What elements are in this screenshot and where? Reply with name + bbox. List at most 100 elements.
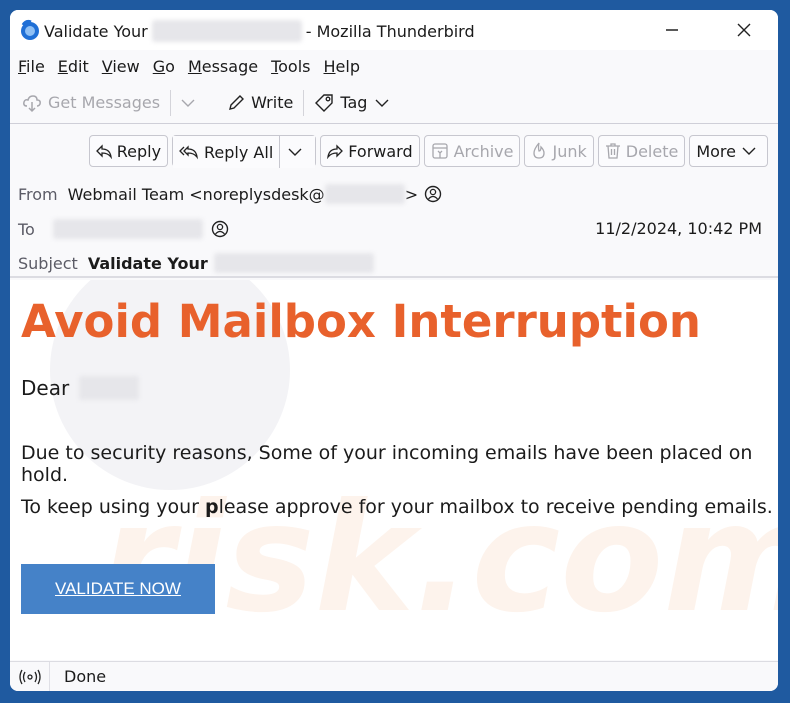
- junk-label: Junk: [552, 141, 587, 161]
- subject-value: Validate Your: [87, 253, 208, 273]
- cloud-download-icon: [23, 94, 41, 112]
- menu-message-accel: M: [187, 56, 202, 76]
- maximize-button-icon-wrap[interactable]: [658, 16, 702, 44]
- paragraph-approve: To keep using your please approve for yo…: [21, 496, 773, 518]
- reply-button[interactable]: Reply: [88, 135, 169, 167]
- message-header: Reply Reply All Forward Archive Junk Del…: [10, 125, 778, 278]
- validate-now-button[interactable]: VALIDATE NOW: [21, 564, 215, 614]
- menu-message[interactable]: Message: [188, 57, 258, 76]
- reply-all-split: Reply All: [172, 135, 317, 168]
- menu-go-rest: o: [165, 56, 175, 76]
- thunderbird-window: Validate Your - Mozilla Thunderbird File…: [10, 10, 778, 691]
- menu-edit[interactable]: Edit: [58, 57, 89, 76]
- redacted-subject: [213, 253, 374, 273]
- paragraph-approve-part1: To keep using your: [21, 496, 205, 518]
- validate-now-label[interactable]: VALIDATE NOW: [55, 579, 181, 599]
- tag-label: Tag: [340, 93, 368, 112]
- archive-button[interactable]: Archive: [423, 135, 521, 167]
- reply-all-icon: [179, 145, 198, 160]
- message-headline: Avoid Mailbox Interruption: [21, 295, 701, 348]
- menu-help[interactable]: Help: [324, 57, 360, 76]
- get-messages-dropdown[interactable]: [175, 88, 207, 118]
- forward-button[interactable]: Forward: [320, 135, 420, 167]
- from-row: From Webmail Team <noreplysdesk@ >: [18, 184, 442, 204]
- close-button[interactable]: [722, 16, 766, 44]
- menu-go[interactable]: Go: [153, 57, 175, 76]
- toolbar-separator: [170, 89, 172, 116]
- junk-button[interactable]: Junk: [524, 135, 594, 167]
- reply-all-button[interactable]: Reply All: [173, 136, 280, 168]
- title-bar: Validate Your - Mozilla Thunderbird: [10, 10, 778, 50]
- close-icon: [737, 23, 751, 37]
- reply-all-label: Reply All: [204, 142, 274, 162]
- menu-file[interactable]: File: [18, 57, 45, 76]
- greeting: Dear: [21, 376, 140, 400]
- archive-icon: [431, 143, 448, 159]
- to-row: To: [18, 219, 229, 239]
- menu-go-accel: G: [152, 56, 166, 76]
- menu-help-rest: elp: [335, 56, 360, 76]
- redacted-recipient: [52, 219, 203, 239]
- window-title-suffix: - Mozilla Thunderbird: [305, 21, 475, 41]
- menu-edit-accel: E: [57, 56, 68, 76]
- toolbar-separator: [303, 89, 305, 116]
- menu-tools-rest: ools: [278, 56, 311, 76]
- to-label: To: [18, 219, 35, 239]
- paragraph-approve-bold-p: p: [204, 496, 219, 518]
- redacted-name: [79, 376, 140, 400]
- from-label: From: [18, 184, 58, 204]
- more-label: More: [696, 141, 736, 161]
- get-messages-label: Get Messages: [48, 93, 161, 112]
- status-text: Done: [64, 667, 107, 686]
- menu-view-accel: V: [101, 56, 113, 76]
- write-button[interactable]: Write: [221, 88, 299, 118]
- junk-flame-icon: [533, 142, 546, 159]
- paragraph-approve-part2: lease approve for your mailbox to receiv…: [218, 496, 773, 518]
- contact-icon[interactable]: [211, 220, 229, 238]
- write-label: Write: [251, 93, 294, 112]
- main-toolbar: Get Messages Write Tag: [10, 82, 778, 124]
- archive-label: Archive: [453, 141, 514, 161]
- reply-label: Reply: [116, 141, 162, 161]
- tag-icon: [315, 93, 334, 112]
- menu-message-rest: essage: [201, 56, 259, 76]
- from-value[interactable]: Webmail Team <noreplysdesk@: [68, 185, 325, 204]
- online-status-icon: [18, 669, 41, 684]
- chevron-down-icon: [181, 99, 195, 107]
- contact-icon[interactable]: [424, 185, 442, 203]
- window-title-prefix: Validate Your: [44, 21, 148, 41]
- message-actions: Reply Reply All Forward Archive Junk Del…: [85, 135, 768, 168]
- activity-icon-wrap[interactable]: [10, 662, 50, 691]
- subject-row: Subject Validate Your: [18, 253, 374, 273]
- chevron-down-icon: [742, 147, 756, 155]
- tag-button[interactable]: Tag: [308, 88, 401, 118]
- menu-edit-rest: dit: [67, 56, 89, 76]
- redacted-sender-domain: [324, 184, 405, 204]
- menu-tools[interactable]: Tools: [271, 57, 310, 76]
- menu-help-accel: H: [323, 56, 336, 76]
- more-button[interactable]: More: [689, 135, 768, 167]
- message-body: risk.com Avoid Mailbox Interruption Dear…: [10, 280, 778, 660]
- from-close-bracket: >: [404, 184, 419, 204]
- forward-label: Forward: [348, 141, 413, 161]
- menu-bar: File Edit View Go Message Tools Help: [10, 50, 778, 82]
- menu-file-accel: F: [18, 56, 27, 76]
- greeting-text: Dear: [21, 376, 70, 400]
- get-messages-button[interactable]: Get Messages: [16, 88, 166, 118]
- reply-all-dropdown[interactable]: [279, 136, 316, 168]
- redacted-title: [151, 20, 302, 42]
- pencil-icon: [229, 94, 245, 110]
- delete-label: Delete: [625, 141, 679, 161]
- reply-icon: [95, 144, 112, 159]
- chevron-down-icon: [288, 148, 302, 156]
- forward-icon: [327, 144, 344, 159]
- menu-view[interactable]: View: [102, 57, 140, 76]
- message-date: 11/2/2024, 10:42 PM: [595, 219, 762, 238]
- delete-button[interactable]: Delete: [597, 135, 686, 167]
- chevron-down-icon: [375, 99, 389, 107]
- thunderbird-logo-icon: [21, 19, 39, 40]
- menu-view-rest: iew: [112, 56, 140, 76]
- trash-icon: [605, 143, 620, 159]
- menu-file-rest: ile: [26, 56, 45, 76]
- subject-label: Subject: [18, 253, 78, 273]
